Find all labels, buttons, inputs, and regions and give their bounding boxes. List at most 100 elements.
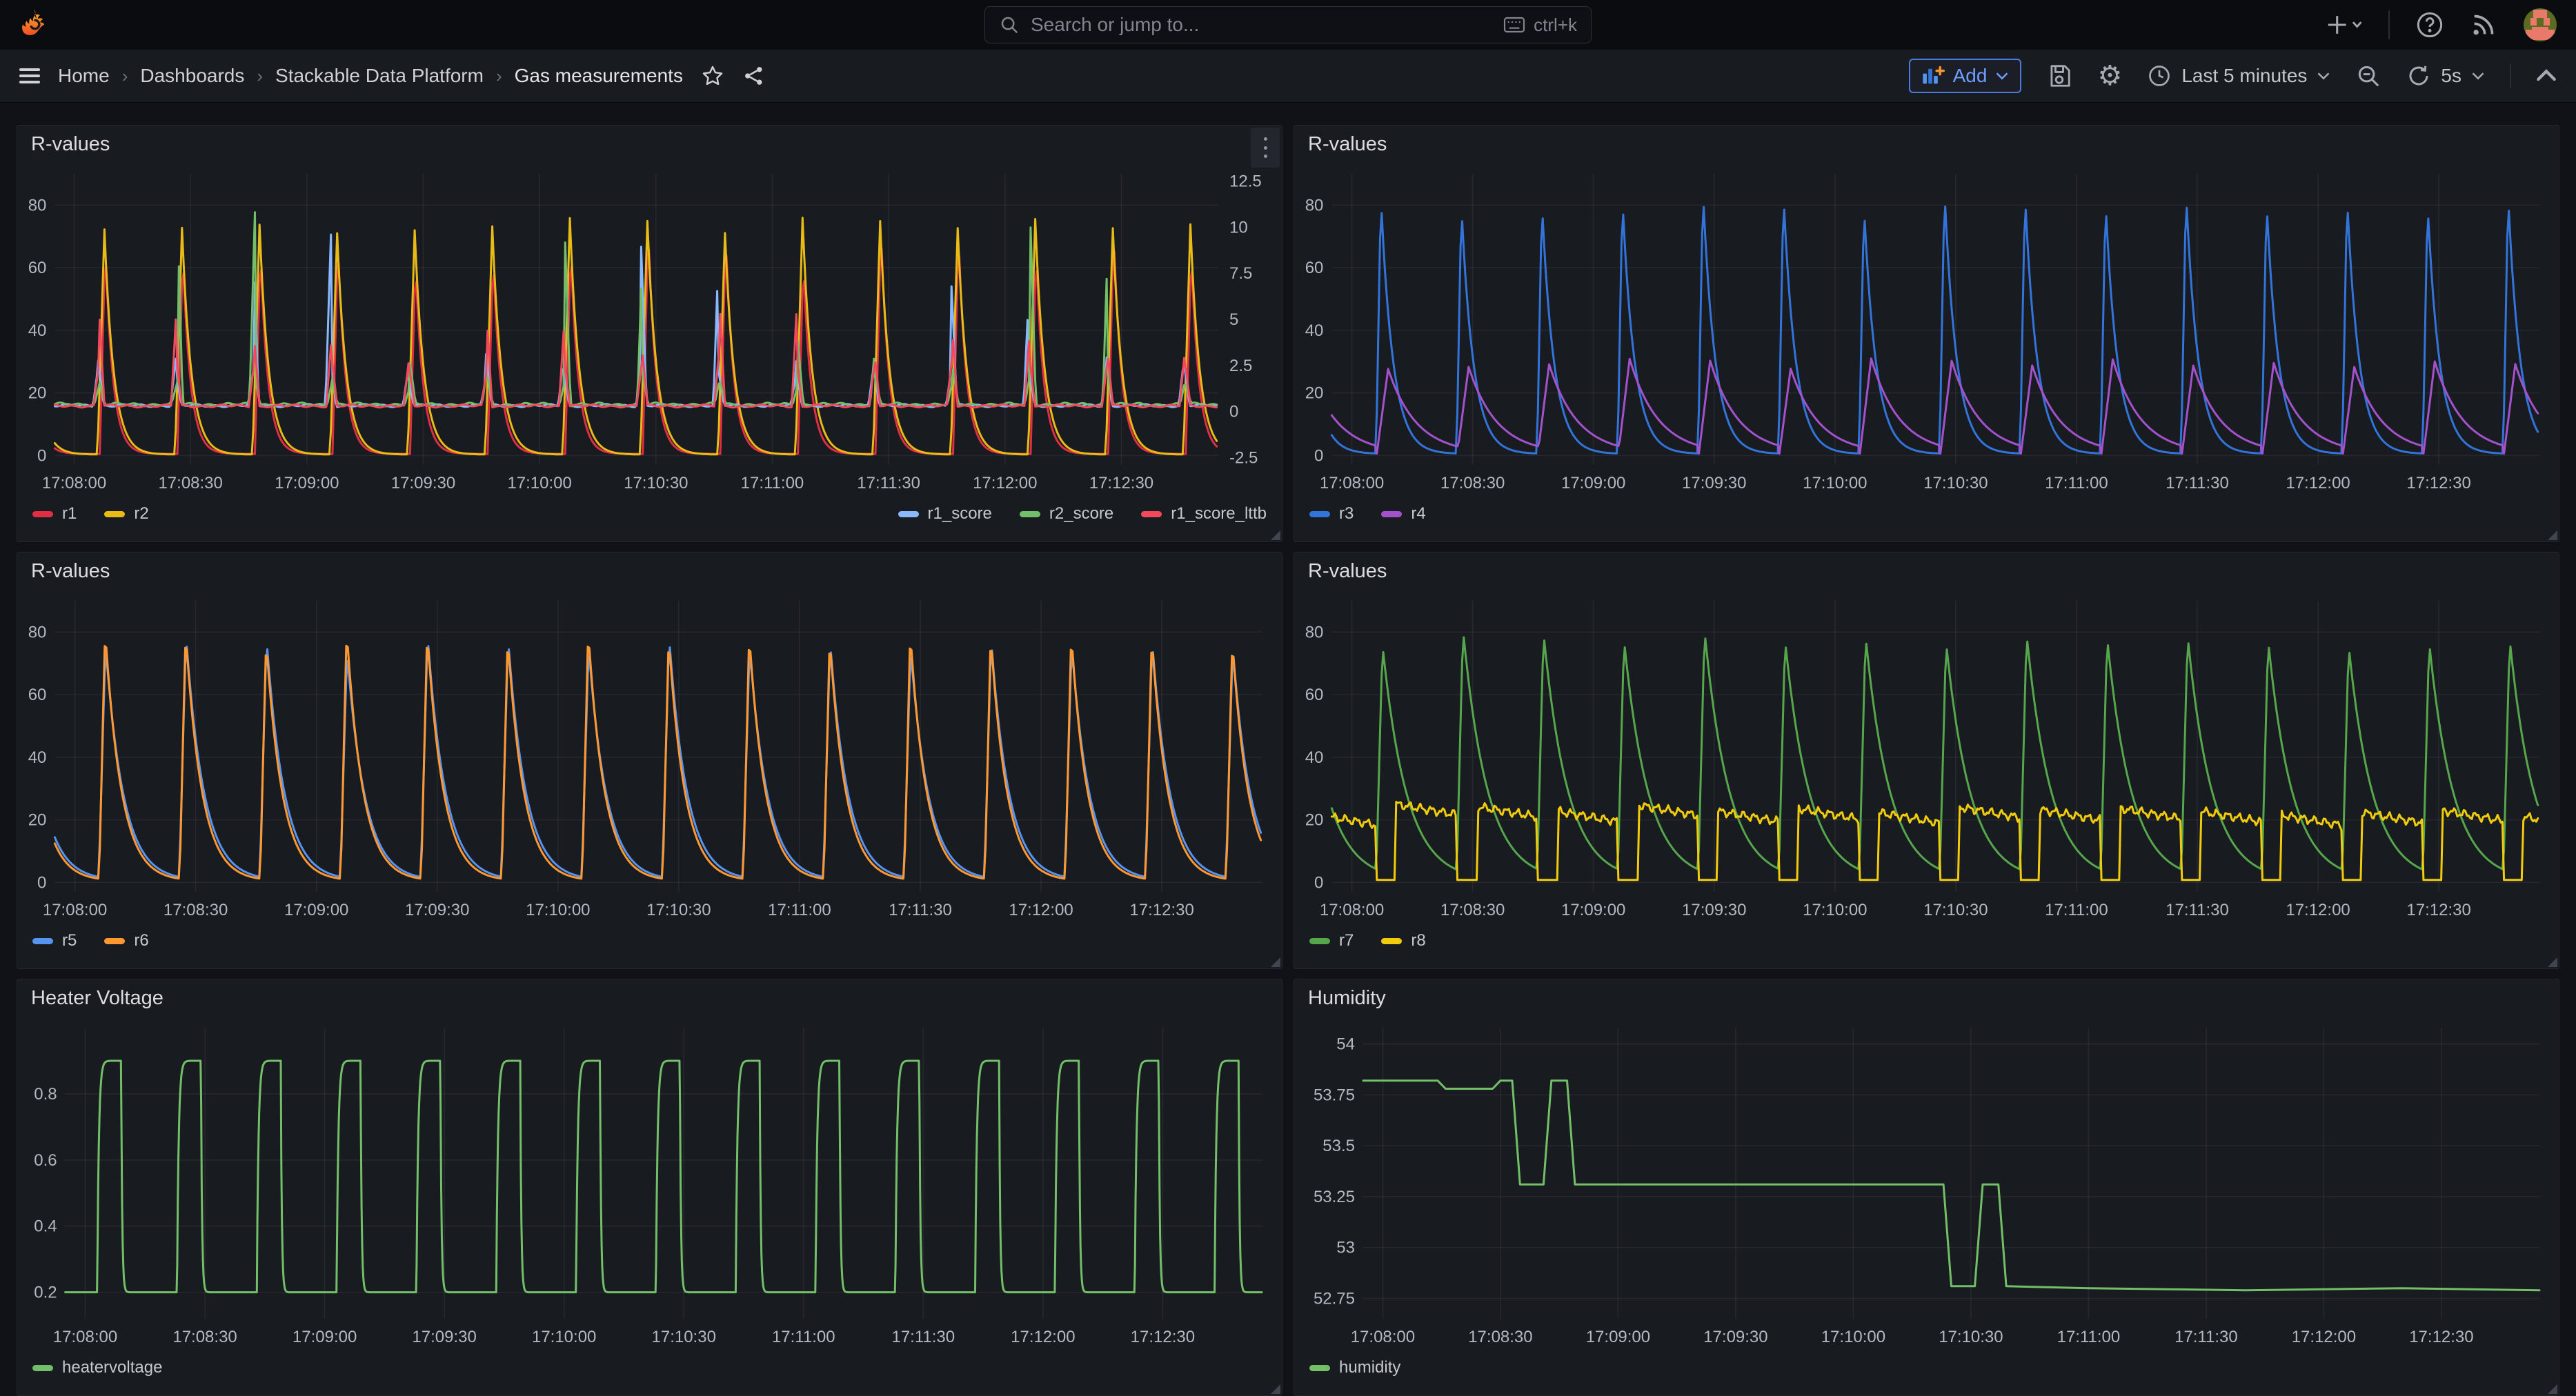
x-axis-tick-label: 17:11:00 [741, 474, 804, 492]
breadcrumb-dashboards[interactable]: Dashboards [140, 65, 244, 87]
refresh-picker[interactable]: 5s [2406, 63, 2485, 88]
news-rss-icon[interactable] [2470, 11, 2497, 39]
legend-group-left: heatervoltage [32, 1358, 162, 1377]
legend-swatch [32, 1365, 53, 1371]
x-axis-tick-label: 17:11:30 [891, 1328, 955, 1346]
panel-chart[interactable]: 17:08:0017:08:3017:09:0017:09:3017:10:00… [17, 590, 1282, 926]
add-panel-button[interactable]: Add [1909, 59, 2022, 93]
y-axis-tick-label: 0 [37, 873, 46, 892]
series-line-r8 [1331, 802, 2537, 880]
panel-chart[interactable]: 17:08:0017:08:3017:09:0017:09:3017:10:00… [1294, 1017, 2559, 1353]
panel-title[interactable]: R-values [31, 133, 110, 156]
x-axis-tick-label: 17:11:00 [768, 901, 831, 919]
top-bar: Search or jump to... ctrl+k [0, 0, 2576, 50]
legend-item-humidity[interactable]: humidity [1309, 1358, 1400, 1377]
legend-label: r4 [1411, 504, 1425, 524]
x-axis-tick-label: 17:08:00 [43, 901, 107, 919]
panel-resize-handle[interactable] [2548, 957, 2557, 967]
new-menu-button[interactable] [2326, 12, 2362, 37]
panel-title[interactable]: Humidity [1308, 987, 1386, 1010]
legend-swatch [104, 511, 125, 517]
y-axis-tick-label: 80 [1305, 196, 1324, 215]
series-line-humidity [1363, 1081, 2539, 1290]
panel-resize-handle[interactable] [2548, 1384, 2557, 1394]
breadcrumb-folder[interactable]: Stackable Data Platform [275, 65, 484, 87]
panel-title[interactable]: R-values [1308, 133, 1387, 156]
y-axis-tick-label: 80 [1305, 623, 1324, 641]
panel-title[interactable]: R-values [1308, 560, 1387, 583]
legend-label: r1_score_lttb [1171, 504, 1267, 524]
legend-group-left: r3 r4 [1309, 504, 1426, 524]
mega-menu-button[interactable] [19, 64, 40, 87]
legend-item-heatervoltage[interactable]: heatervoltage [32, 1358, 162, 1377]
panel-header: R-values [1294, 126, 2559, 163]
help-icon[interactable] [2416, 11, 2444, 39]
legend-item-r2[interactable]: r2 [104, 504, 148, 524]
add-button-label: Add [1953, 65, 1988, 87]
x-axis-tick-label: 17:08:30 [1440, 901, 1505, 919]
x-axis-tick-label: 17:12:30 [2406, 901, 2470, 919]
favorite-star-icon[interactable] [701, 64, 724, 88]
toolbar-divider [2510, 63, 2511, 88]
share-icon[interactable] [742, 64, 766, 88]
panel-chart[interactable]: 17:08:0017:08:3017:09:0017:09:3017:10:00… [1294, 590, 2559, 926]
legend-group-left: r5 r6 [32, 931, 149, 950]
legend-label: r8 [1411, 931, 1425, 950]
legend-item-r7[interactable]: r7 [1309, 931, 1354, 950]
legend-item-r1_score[interactable]: r1_score [898, 504, 992, 524]
x-axis-tick-label: 17:09:00 [1561, 901, 1625, 919]
grafana-dashboard: { "topbar": { "search_placeholder": "Sea… [0, 0, 2576, 1355]
zoom-out-time-icon[interactable] [2355, 63, 2381, 89]
panel-chart[interactable]: 17:08:0017:08:3017:09:0017:09:3017:10:00… [1294, 163, 2559, 499]
search-input[interactable]: Search or jump to... ctrl+k [984, 6, 1592, 43]
x-axis-tick-label: 17:12:30 [1129, 901, 1193, 919]
x-axis-tick-label: 17:12:00 [1009, 901, 1073, 919]
breadcrumb-separator: › [257, 66, 263, 87]
series-line-heatervoltage [66, 1061, 1262, 1293]
search-placeholder: Search or jump to... [1031, 14, 1199, 36]
legend-label: heatervoltage [62, 1358, 162, 1377]
panel-menu-button[interactable] [1251, 128, 1280, 168]
panel-title[interactable]: R-values [31, 560, 110, 583]
y-axis-tick-label: 60 [28, 686, 47, 704]
topbar-divider [2388, 10, 2390, 39]
breadcrumb-dashboard-title[interactable]: Gas measurements [515, 65, 683, 87]
panel-title[interactable]: Heater Voltage [31, 987, 164, 1010]
x-axis-tick-label: 17:12:00 [2286, 901, 2350, 919]
x-axis-tick-label: 17:09:00 [284, 901, 348, 919]
legend-item-r1[interactable]: r1 [32, 504, 77, 524]
panel-chart[interactable]: 17:08:0017:08:3017:09:0017:09:3017:10:00… [17, 163, 1282, 499]
panel-resize-handle[interactable] [2548, 530, 2557, 540]
legend-item-r1_score_lttb[interactable]: r1_score_lttb [1141, 504, 1267, 524]
save-dashboard-icon[interactable] [2046, 63, 2072, 89]
legend-item-r5[interactable]: r5 [32, 931, 77, 950]
panel-resize-handle[interactable] [1271, 1384, 1280, 1394]
grafana-logo[interactable] [19, 9, 51, 41]
legend-item-r2_score[interactable]: r2_score [1020, 504, 1113, 524]
legend-label: r3 [1339, 504, 1354, 524]
panel-resize-handle[interactable] [1271, 957, 1280, 967]
dashboard-settings-gear-icon[interactable]: ⚙ [2097, 60, 2122, 92]
panel-header: Humidity [1294, 979, 2559, 1017]
time-range-picker[interactable]: Last 5 minutes [2147, 63, 2330, 88]
legend-item-r4[interactable]: r4 [1381, 504, 1425, 524]
x-axis-tick-label: 17:09:30 [1703, 1328, 1767, 1346]
legend-swatch [898, 511, 919, 517]
chart-svg: 17:08:0017:08:3017:09:0017:09:3017:10:00… [1294, 1017, 2559, 1349]
panel-chart[interactable]: 17:08:0017:08:3017:09:0017:09:3017:10:00… [17, 1017, 1282, 1353]
x-axis-tick-label: 17:11:30 [857, 474, 920, 492]
legend-label: r1 [62, 504, 77, 524]
y-axis-tick-label: 60 [1305, 259, 1324, 277]
panel-resize-handle[interactable] [1271, 530, 1280, 540]
legend-item-r6[interactable]: r6 [104, 931, 148, 950]
kiosk-chevron-up-icon[interactable] [2536, 69, 2557, 83]
breadcrumb-home[interactable]: Home [58, 65, 110, 87]
panel-header: R-values [17, 126, 1282, 163]
y-axis-tick-label: 20 [28, 384, 47, 403]
legend-item-r8[interactable]: r8 [1381, 931, 1425, 950]
user-avatar[interactable] [2524, 8, 2557, 41]
legend-item-r3[interactable]: r3 [1309, 504, 1354, 524]
x-axis-tick-label: 17:12:30 [2406, 474, 2470, 492]
x-axis-tick-label: 17:12:00 [2292, 1328, 2356, 1346]
right-y-axis-tick-label: 10 [1229, 218, 1248, 237]
